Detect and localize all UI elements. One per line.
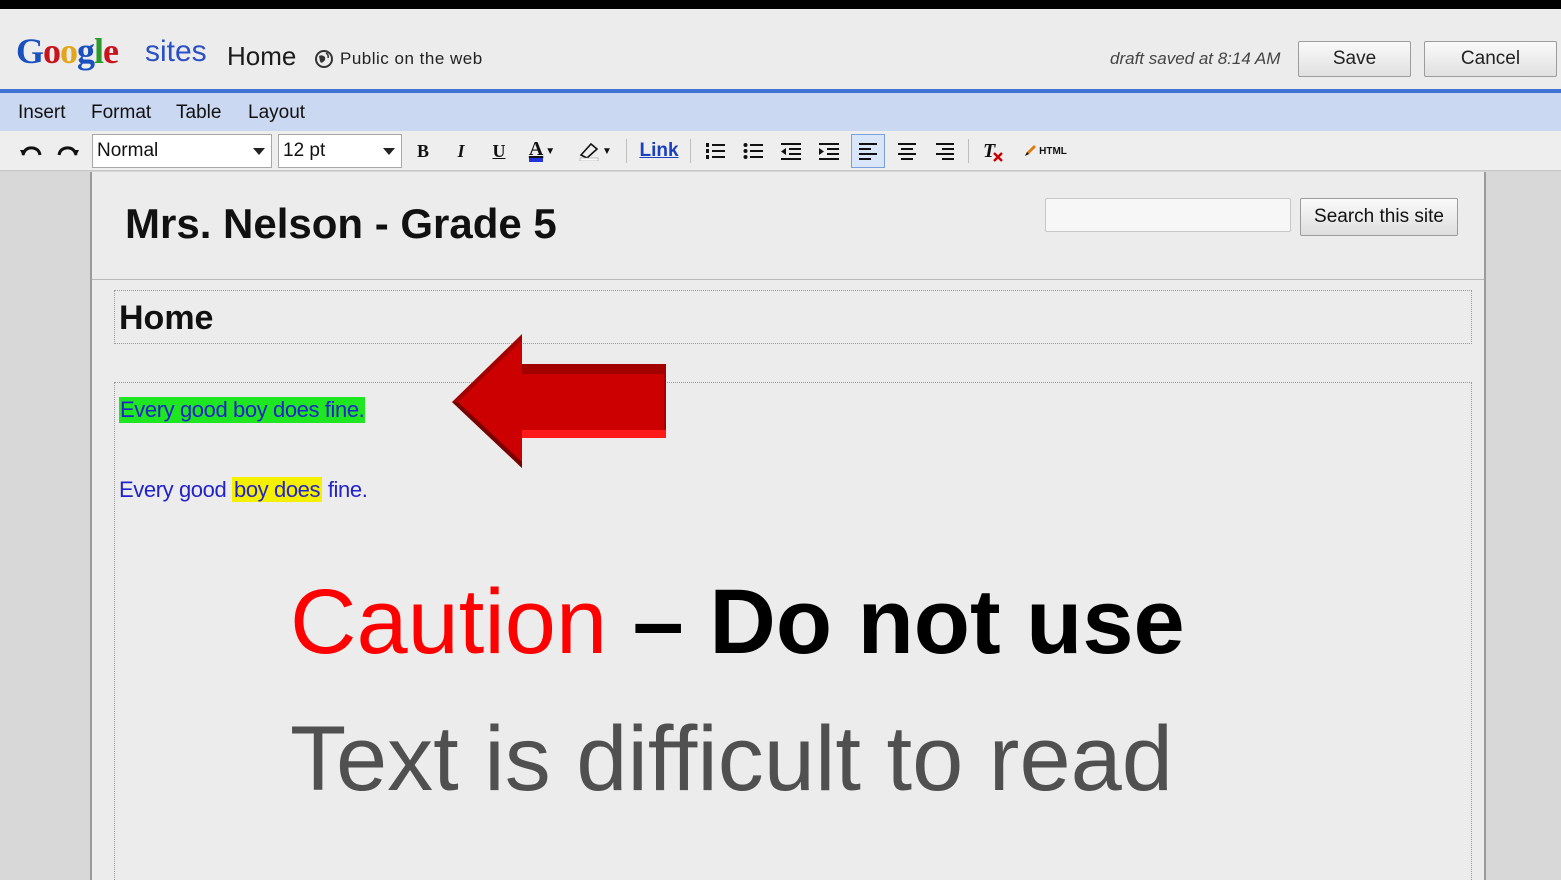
svg-text:T: T [983,140,996,162]
indent-more-icon[interactable] [816,137,842,165]
site-header: Mrs. Nelson - Grade 5 Search this site [92,172,1484,280]
cancel-button[interactable]: Cancel [1424,41,1557,77]
indent-less-icon[interactable] [778,137,804,165]
google-logo[interactable]: Google [16,33,119,69]
caution-subtitle: Text is difficult to read [290,708,1173,810]
pencil-icon [1025,145,1037,156]
plain-text-segment: fine. [322,477,368,502]
text-color-button[interactable]: A ▼ [522,137,562,165]
italic-button[interactable]: I [450,137,472,165]
page-name: Home [227,41,297,71]
do-not-use-text: – Do not use [607,571,1185,673]
redo-icon[interactable] [55,137,81,165]
style-select[interactable]: Normal [92,134,272,168]
html-label: HTML [1039,145,1067,157]
yellow-highlighted-text: boy does [232,477,323,502]
menu-table[interactable]: Table [176,102,221,124]
toolbar-separator [968,139,969,163]
caution-word: Caution [290,571,608,673]
align-left-button[interactable] [851,134,885,168]
underline-button[interactable]: U [488,137,510,165]
highlight-color-button[interactable]: ▼ [574,137,616,165]
align-center-icon[interactable] [894,137,920,165]
chevron-down-icon: ▼ [602,145,612,157]
left-gutter [0,172,90,880]
text-color-icon: A [528,138,544,162]
undo-icon[interactable] [18,137,44,165]
chevron-down-icon: ▼ [545,145,556,157]
sites-product-name: sites [145,35,207,68]
style-select-value: Normal [97,140,159,161]
partially-highlighted-text: Every good boy does fine. [119,477,368,503]
numbered-list-icon[interactable] [702,137,728,165]
align-left-icon [859,143,877,160]
toolbar-separator [690,139,691,163]
search-input[interactable] [1045,198,1291,232]
chevron-down-icon [253,148,265,155]
editor-toolbar: Normal 12 pt B I U A ▼ ▼ Link T HTML [0,131,1561,171]
red-arrow-icon [452,334,666,468]
caution-heading: Caution – Do not use [290,567,1185,677]
draft-status: draft saved at 8:14 AM [1110,49,1281,68]
menubar: Insert Format Table Layout [0,93,1561,131]
sites-header: Google sites Home Public on the web draf… [0,9,1561,89]
menu-format[interactable]: Format [91,102,151,124]
chevron-down-icon [383,148,395,155]
menu-insert[interactable]: Insert [18,102,66,124]
edit-html-button[interactable]: HTML [1018,137,1072,165]
menu-layout[interactable]: Layout [248,102,305,124]
align-right-icon[interactable] [932,137,958,165]
save-button[interactable]: Save [1298,41,1411,77]
right-gutter [1486,172,1561,880]
globe-icon [315,50,333,68]
bold-button[interactable]: B [412,137,434,165]
plain-text-segment: Every good [119,477,233,502]
search-site-button[interactable]: Search this site [1300,198,1458,236]
highlighter-icon [579,142,599,161]
link-button[interactable]: Link [638,137,680,165]
clear-formatting-icon[interactable]: T [980,137,1006,165]
bullet-list-icon[interactable] [740,137,766,165]
sharing-status[interactable]: Public on the web [314,49,483,69]
font-size-value: 12 pt [283,140,326,161]
page-title: Home [119,299,214,337]
page-title-box[interactable]: Home [114,290,1472,344]
site-title: Mrs. Nelson - Grade 5 [125,200,557,247]
top-black-bar [0,0,1561,9]
toolbar-separator [626,139,627,163]
visibility-label: Public on the web [340,49,483,68]
font-size-select[interactable]: 12 pt [278,134,402,168]
green-highlighted-text: Every good boy does fine. [119,397,366,423]
